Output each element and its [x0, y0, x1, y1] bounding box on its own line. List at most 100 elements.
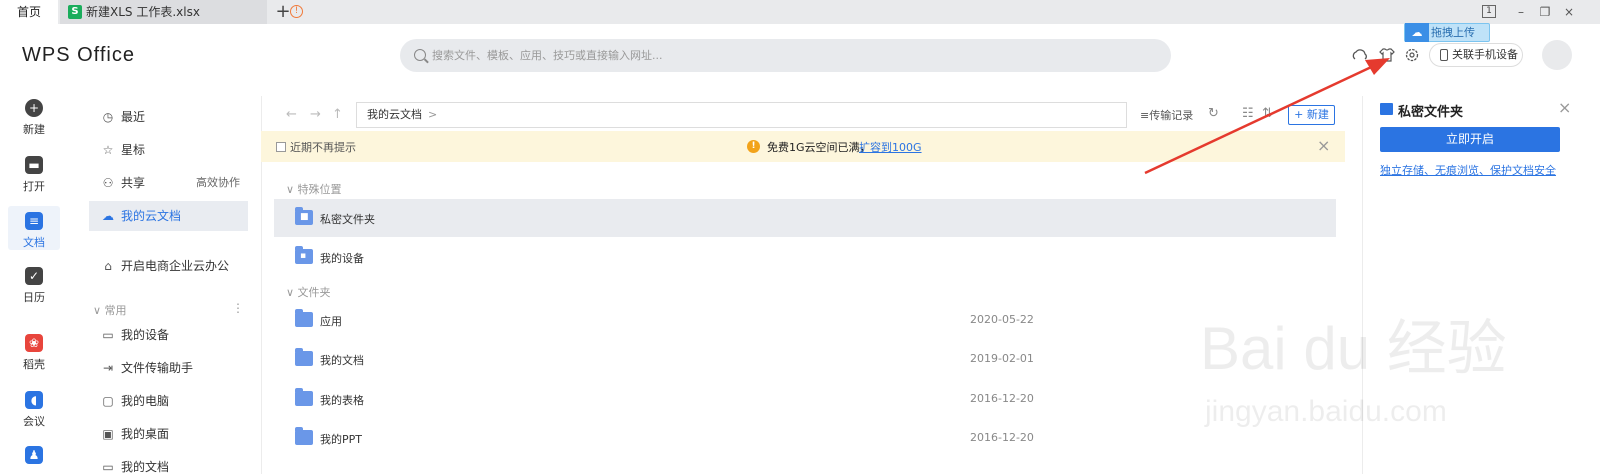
- nav-devices-label: 我的设备: [121, 328, 170, 342]
- transfer-icon: ⇥: [102, 361, 114, 375]
- breadcrumb[interactable]: 我的云文档 >: [356, 102, 1127, 128]
- private-folder-info-link[interactable]: 独立存储、无痕浏览、保护文档安全: [1380, 162, 1556, 178]
- enable-now-button[interactable]: 立即开启: [1380, 127, 1560, 152]
- dont-remind-checkbox[interactable]: [276, 142, 286, 152]
- search-icon: [414, 49, 426, 61]
- forward-arrow-icon[interactable]: →: [310, 107, 321, 122]
- rail-calendar[interactable]: ✓ 日历: [0, 267, 68, 305]
- storage-notice: 近期不再提示 ! 免费1G云空间已满， 扩容到100G ×: [261, 131, 1345, 162]
- nav-my-devices[interactable]: ▭ 我的设备: [89, 320, 248, 350]
- rail-docer[interactable]: ❀ 稻壳: [0, 334, 68, 372]
- special-locations-header[interactable]: ∨ 特殊位置: [286, 181, 342, 197]
- nav-my-pc[interactable]: ▢ 我的电脑: [89, 386, 248, 416]
- table-row[interactable]: 应用 2020-05-22: [274, 301, 1336, 339]
- settings-gear-icon[interactable]: [1403, 46, 1421, 64]
- tab-home[interactable]: 首页: [0, 0, 58, 24]
- expand-storage-link[interactable]: 扩容到100G: [859, 139, 922, 155]
- item-name: 私密文件夹: [320, 213, 375, 226]
- item-date: 2019-02-01: [970, 352, 1034, 365]
- search-input[interactable]: [432, 39, 1152, 72]
- restore-button[interactable]: ❐: [1536, 0, 1554, 24]
- calendar-icon: ✓: [25, 267, 43, 285]
- nav-cloud-docs[interactable]: ☁ 我的云文档: [89, 201, 248, 231]
- add-tab-button[interactable]: +: [274, 0, 292, 24]
- transfer-records-button[interactable]: ≡传输记录: [1140, 107, 1193, 123]
- watermark-logo: Bai du 经验: [1200, 315, 1507, 382]
- folder-icon: ▭: [102, 460, 114, 474]
- sort-icon[interactable]: ⇅: [1262, 106, 1273, 121]
- rail-documents[interactable]: ≡ 文档: [8, 206, 60, 250]
- nav-file-transfer[interactable]: ⇥ 文件传输助手: [89, 353, 248, 383]
- rail-open-label: 打开: [23, 180, 45, 193]
- upload-tip-label: 拖拽上传: [1431, 26, 1475, 39]
- avatar[interactable]: [1542, 40, 1572, 70]
- app-logo: WPS Office: [22, 44, 135, 66]
- device-folder-icon: ▪: [295, 246, 313, 264]
- refresh-icon[interactable]: ↻: [1208, 106, 1219, 121]
- rail-calendar-label: 日历: [23, 291, 45, 304]
- nav-ecommerce[interactable]: ⌂ 开启电商企业云办公: [89, 251, 248, 281]
- up-arrow-icon[interactable]: ↑: [332, 107, 343, 122]
- nav-starred-label: 星标: [121, 143, 146, 157]
- minimize-button[interactable]: –: [1512, 0, 1530, 24]
- item-date: 2020-05-22: [970, 313, 1034, 326]
- nav-shared[interactable]: ⚇ 共享 高效协作: [89, 168, 248, 198]
- folder-icon: [295, 309, 313, 327]
- window-count-icon[interactable]: 1: [1482, 5, 1496, 18]
- dont-remind-label[interactable]: 近期不再提示: [290, 139, 356, 155]
- path-toolbar: ← → ↑ 我的云文档 > ≡传输记录 ↻ ☷ ⇅ + 新建: [270, 101, 1340, 129]
- close-icon[interactable]: ×: [1558, 98, 1571, 117]
- item-name: 我的设备: [320, 252, 364, 265]
- new-button[interactable]: + 新建: [1288, 105, 1335, 125]
- nav-docs-label: 我的文档: [121, 460, 170, 474]
- upload-tooltip[interactable]: ☁ 拖拽上传: [1404, 23, 1490, 42]
- breadcrumb-item[interactable]: 我的云文档: [367, 108, 422, 121]
- cloud-icon: ☁: [102, 209, 114, 223]
- device-icon: ▭: [102, 328, 114, 342]
- nav-starred[interactable]: ☆ 星标: [89, 135, 248, 165]
- cloud-sync-icon[interactable]: [1351, 46, 1369, 64]
- lock-icon: [1380, 103, 1393, 115]
- nav-ecommerce-label: 开启电商企业云办公: [121, 259, 230, 273]
- rail-open[interactable]: ▬ 打开: [0, 156, 68, 194]
- item-name: 应用: [320, 315, 342, 328]
- rail-more-app[interactable]: ♟: [0, 446, 68, 468]
- rail-documents-label: 文档: [23, 236, 45, 249]
- share-icon: ⚇: [102, 176, 114, 190]
- nav-recent[interactable]: ◷ 最近: [89, 102, 248, 132]
- view-list-icon[interactable]: ☷: [1242, 106, 1254, 121]
- table-row[interactable]: 我的文档 2019-02-01: [274, 340, 1336, 378]
- rail-new-label: 新建: [23, 123, 45, 136]
- rail-meeting[interactable]: ◖ 会议: [0, 391, 68, 429]
- common-group-label[interactable]: ∨ 常用: [93, 302, 127, 318]
- cloud-icon: ☁: [1405, 23, 1429, 42]
- clock-icon: ◷: [102, 110, 114, 124]
- nav-my-docs[interactable]: ▭ 我的文档: [89, 452, 248, 474]
- skin-shirt-icon[interactable]: [1378, 46, 1396, 64]
- computer-icon: ▢: [102, 394, 114, 408]
- link-phone-button[interactable]: 关联手机设备: [1429, 43, 1523, 67]
- search-bar[interactable]: [400, 39, 1171, 72]
- nav-shared-label: 共享: [121, 176, 146, 190]
- close-icon[interactable]: ×: [1317, 136, 1330, 155]
- table-row[interactable]: 我的表格 2016-12-20: [274, 380, 1336, 418]
- spreadsheet-icon: S: [68, 5, 82, 19]
- more-options-icon[interactable]: ⋮: [232, 301, 244, 315]
- rail-meeting-label: 会议: [23, 415, 45, 428]
- nav-pc-label: 我的电脑: [121, 394, 170, 408]
- folders-header[interactable]: ∨ 文件夹: [286, 284, 331, 300]
- table-row[interactable]: 我的PPT 2016-12-20: [274, 419, 1336, 457]
- item-name: 我的表格: [320, 394, 364, 407]
- list-item[interactable]: ▪ 我的设备: [274, 238, 1336, 276]
- list-item[interactable]: ■ 私密文件夹: [274, 199, 1336, 237]
- rail-new[interactable]: + 新建: [0, 99, 68, 137]
- nav-my-desktop[interactable]: ▣ 我的桌面: [89, 419, 248, 449]
- chevron-right-icon: >: [428, 108, 438, 121]
- info-icon: !: [747, 140, 760, 153]
- back-arrow-icon[interactable]: ←: [286, 107, 297, 122]
- star-icon: ☆: [102, 143, 114, 157]
- nav-shared-badge: 高效协作: [196, 176, 240, 189]
- docer-icon: ❀: [25, 334, 43, 352]
- close-window-button[interactable]: ×: [1560, 0, 1578, 24]
- tab-xlsx-file[interactable]: S 新建XLS 工作表.xlsx !: [60, 0, 303, 24]
